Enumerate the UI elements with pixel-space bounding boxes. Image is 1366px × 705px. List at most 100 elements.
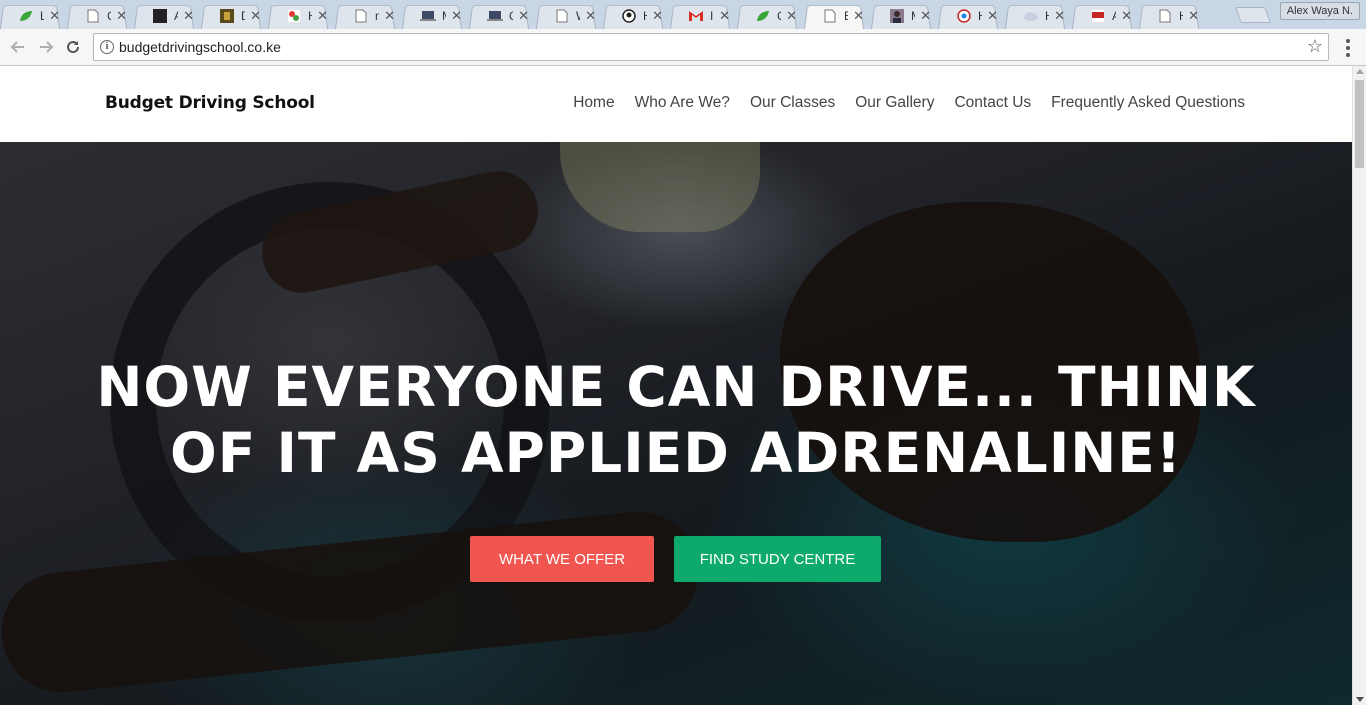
site-header: Budget Driving School Home Who Are We? Our… xyxy=(0,66,1352,142)
cloud-icon xyxy=(1023,8,1039,24)
gmail-icon xyxy=(688,8,704,24)
github-icon xyxy=(621,8,637,24)
address-bar[interactable]: i budgetdrivingschool.co.ke ☆ xyxy=(93,33,1329,61)
tab-close-icon[interactable]: ✕ xyxy=(183,9,194,22)
web-page: Budget Driving School Home Who Are We? Our… xyxy=(0,66,1352,705)
hero-title: NOW EVERYONE CAN DRIVE... THINK OF IT AS… xyxy=(0,354,1352,486)
tab-close-icon[interactable]: ✕ xyxy=(451,9,462,22)
back-button[interactable] xyxy=(8,37,28,57)
laptop-icon xyxy=(487,8,503,24)
page-icon xyxy=(85,8,101,24)
browser-tab[interactable]: M✕ xyxy=(402,2,462,29)
tab-title: Q xyxy=(509,9,513,23)
browser-tab[interactable]: H✕ xyxy=(938,2,998,29)
tab-close-icon[interactable]: ✕ xyxy=(1188,9,1199,22)
tab-close-icon[interactable]: ✕ xyxy=(652,9,663,22)
browser-tab[interactable]: C✕ xyxy=(67,2,127,29)
browser-tab[interactable]: H✕ xyxy=(268,2,328,29)
tab-close-icon[interactable]: ✕ xyxy=(987,9,998,22)
tab-close-icon[interactable]: ✕ xyxy=(786,9,797,22)
tab-close-icon[interactable]: ✕ xyxy=(384,9,395,22)
browser-tab[interactable]: H✕ xyxy=(1139,2,1199,29)
menu-dot-icon xyxy=(1346,39,1350,43)
browser-tab[interactable]: A ✕ xyxy=(134,2,194,29)
nav-link-frequently-asked-questions[interactable]: Frequently Asked Questions xyxy=(1051,94,1245,112)
browser-tab[interactable]: D✕ xyxy=(201,2,261,29)
browser-tab[interactable]: B ✕ xyxy=(804,2,864,29)
hero-title-line2: OF IT AS APPLIED ADRENALINE! xyxy=(170,421,1182,485)
tab-title: In xyxy=(710,8,714,23)
browser-tab[interactable]: H✕ xyxy=(603,2,663,29)
nav-link-our-gallery[interactable]: Our Gallery xyxy=(855,94,934,112)
tab-close-icon[interactable]: ✕ xyxy=(1121,9,1132,22)
tab-list: Li✕C✕A✕D✕H✕m✕M✕Q✕W✕H✕In✕C✕B✕M✕H✕H✕A✕H✕ xyxy=(0,2,1206,29)
nav-link-home[interactable]: Home xyxy=(573,94,614,112)
page-scrollbar[interactable] xyxy=(1352,66,1366,705)
page-icon xyxy=(554,8,570,24)
laptop-icon xyxy=(420,8,436,24)
tab-title: Li xyxy=(40,8,45,23)
menu-dot-icon xyxy=(1346,46,1350,50)
red-logo-icon xyxy=(1090,8,1106,24)
tab-close-icon[interactable]: ✕ xyxy=(920,9,931,22)
tab-close-icon[interactable]: ✕ xyxy=(853,9,864,22)
tab-title: W xyxy=(576,9,580,23)
main-nav: Home Who Are We? Our Classes Our Gallery Con… xyxy=(553,94,1245,112)
reload-button[interactable] xyxy=(63,37,83,57)
tab-title: B xyxy=(844,8,849,23)
colorful-icon xyxy=(286,8,302,24)
tab-close-icon[interactable]: ✕ xyxy=(317,9,328,22)
tab-title: A xyxy=(174,8,179,23)
badge-icon xyxy=(956,8,972,24)
tab-close-icon[interactable]: ✕ xyxy=(585,9,596,22)
nav-link-our-classes[interactable]: Our Classes xyxy=(750,94,835,112)
tab-title: H xyxy=(308,9,312,23)
tab-title: A xyxy=(1112,8,1117,23)
tab-title: M xyxy=(442,9,446,23)
profile-button[interactable]: Alex Waya N. xyxy=(1279,2,1360,20)
scroll-thumb[interactable] xyxy=(1355,80,1364,168)
tab-title: H xyxy=(978,9,982,23)
bookmark-star-icon[interactable]: ☆ xyxy=(1307,36,1323,57)
back-arrow-icon xyxy=(10,41,24,53)
tab-title: H xyxy=(1179,9,1183,23)
tab-close-icon[interactable]: ✕ xyxy=(116,9,127,22)
browser-menu-button[interactable] xyxy=(1340,39,1356,57)
tab-title: C xyxy=(107,9,111,23)
site-info-icon[interactable]: i xyxy=(100,40,114,54)
browser-tab[interactable]: C✕ xyxy=(737,2,797,29)
browser-tab[interactable]: Li ✕ xyxy=(0,2,60,29)
tab-title: M xyxy=(911,9,915,23)
browser-tab[interactable]: H✕ xyxy=(1005,2,1065,29)
new-tab-button[interactable] xyxy=(1238,7,1268,23)
site-brand[interactable]: Budget Driving School xyxy=(105,93,315,113)
tab-close-icon[interactable]: ✕ xyxy=(719,9,730,22)
what-we-offer-button[interactable]: WHAT WE OFFER xyxy=(470,536,654,582)
forward-button[interactable] xyxy=(36,37,56,57)
dark-square-icon xyxy=(152,8,168,24)
browser-tab[interactable]: m✕ xyxy=(335,2,395,29)
browser-tab[interactable]: Q✕ xyxy=(469,2,529,29)
scroll-down-arrow-icon[interactable] xyxy=(1356,697,1364,702)
browser-toolbar: i budgetdrivingschool.co.ke ☆ xyxy=(0,29,1366,66)
tab-title: m xyxy=(375,9,379,23)
nav-link-who-are-we[interactable]: Who Are We? xyxy=(635,94,730,112)
tab-close-icon[interactable]: ✕ xyxy=(1054,9,1065,22)
hero-section: NOW EVERYONE CAN DRIVE... THINK OF IT AS… xyxy=(0,142,1352,705)
find-study-centre-button[interactable]: FIND STUDY CENTRE xyxy=(674,536,881,582)
tab-close-icon[interactable]: ✕ xyxy=(250,9,261,22)
browser-tab[interactable]: W✕ xyxy=(536,2,596,29)
nav-link-contact-us[interactable]: Contact Us xyxy=(954,94,1031,112)
browser-tab[interactable]: A ✕ xyxy=(1072,2,1132,29)
page-icon xyxy=(822,8,838,24)
tab-close-icon[interactable]: ✕ xyxy=(49,9,60,22)
browser-tab[interactable]: In ✕ xyxy=(670,2,730,29)
scroll-up-arrow-icon[interactable] xyxy=(1356,69,1364,74)
avatar-icon xyxy=(889,8,905,24)
page-icon xyxy=(353,8,369,24)
browser-tab[interactable]: M✕ xyxy=(871,2,931,29)
tab-close-icon[interactable]: ✕ xyxy=(518,9,529,22)
reload-icon xyxy=(67,41,80,54)
url-text[interactable]: budgetdrivingschool.co.ke xyxy=(119,39,281,55)
menu-dot-icon xyxy=(1346,53,1350,57)
